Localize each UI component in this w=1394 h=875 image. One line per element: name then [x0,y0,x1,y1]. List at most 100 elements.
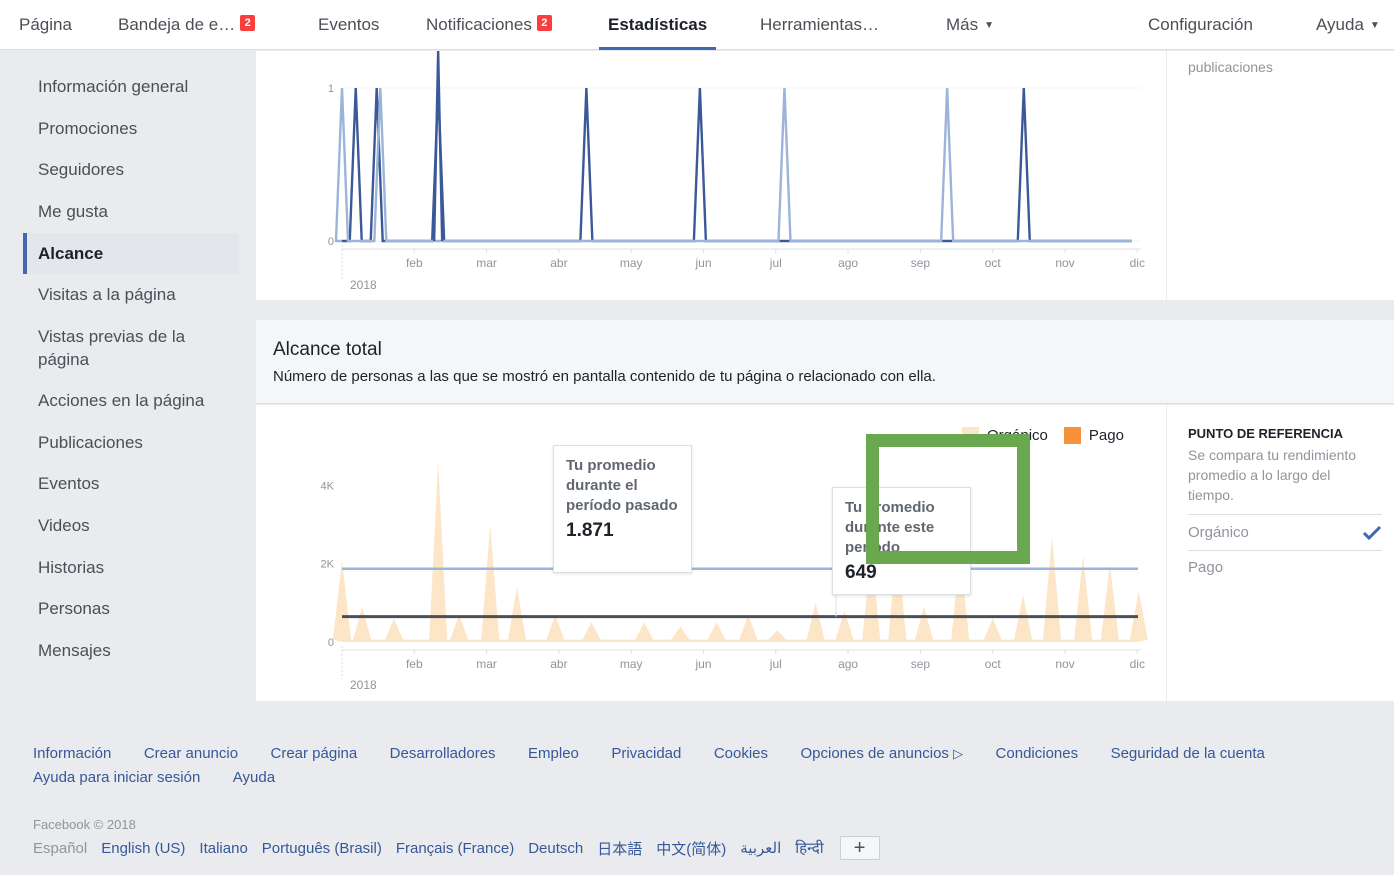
x-year-label: 2018 [350,278,377,292]
x-tick-label: nov [1055,657,1074,671]
benchmark-option-organic[interactable]: Orgánico [1188,514,1382,551]
callout-value: 649 [845,562,877,583]
footer-link[interactable]: Privacidad [611,742,681,766]
x-tick-label: oct [985,657,1002,671]
sidebar-item-page-actions[interactable]: Acciones en la página [23,380,239,422]
more-languages-button[interactable]: + [839,836,880,860]
sidebar-item-people[interactable]: Personas [23,588,239,630]
footer-link[interactable]: Condiciones [996,742,1079,766]
sidebar-item-overview[interactable]: Información general [23,66,239,108]
footer-link[interactable]: Crear página [271,742,358,766]
footer-link[interactable]: Desarrolladores [390,742,496,766]
posts-chart-side-panel: publicaciones [1167,51,1394,300]
sidebar-item-promotions[interactable]: Promociones [23,108,239,149]
benchmark-panel: PUNTO DE REFERENCIA Se compara tu rendim… [1167,405,1394,701]
footer-link[interactable]: Seguridad de la cuenta [1111,742,1265,766]
insights-sidebar: Información general Promociones Seguidor… [23,66,239,672]
sidebar-item-events[interactable]: Eventos [23,463,239,505]
language-link[interactable]: English (US) [101,840,185,857]
nav-tab-label: Notificaciones [426,15,532,34]
x-tick-label: ago [838,256,858,270]
legend-label-paid: Pago [1088,427,1124,444]
x-tick-label: mar [476,256,497,270]
sidebar-item-label: Mensajes [38,641,111,660]
nav-tab-notifications[interactable]: Notificaciones 2 [426,0,552,50]
language-link[interactable]: Deutsch [528,840,583,857]
x-tick-label: dic [1130,256,1145,270]
section-title: Alcance total [273,339,382,360]
sidebar-item-likes[interactable]: Me gusta [23,191,239,233]
notification-badge: 2 [240,15,256,31]
y-tick-label: 0 [328,637,334,649]
footer-link[interactable]: Cookies [714,742,768,766]
nav-tab-tools[interactable]: Herramientas… [760,0,879,50]
callout-value: 1.871 [566,520,614,541]
language-link[interactable]: 日本語 [597,838,642,859]
footer-link-ad-choices[interactable]: Opciones de anuncios ▷ [800,742,963,766]
sidebar-item-page-previews[interactable]: Vistas previas de la página [23,316,239,380]
total-reach-header: Alcance total Número de personas a las q… [256,320,1394,404]
sidebar-item-page-views[interactable]: Visitas a la página [23,274,239,316]
sidebar-item-label: Visitas a la página [38,285,176,304]
nav-tab-page[interactable]: Página [19,0,72,50]
nav-tab-label: Estadísticas [608,15,708,34]
sidebar-item-posts[interactable]: Publicaciones [23,422,239,463]
benchmark-option-label: Orgánico [1188,524,1249,541]
legend-swatch-paid [1063,427,1081,444]
sidebar-item-reach[interactable]: Alcance [23,233,239,274]
benchmark-option-paid[interactable]: Pago [1188,551,1382,584]
nav-help-menu[interactable]: Ayuda ▼ [1316,0,1380,50]
language-link[interactable]: العربية [740,839,781,857]
posts-line-chart: 0 1 feb mar abr may jun jul ago sep oct nov dic 2018 [328,50,1145,292]
benchmark-description: Se compara tu rendimiento promedio a lo … [1188,447,1357,503]
y-tick-label: 0 [328,236,334,248]
benchmark-option-label: Pago [1188,559,1224,576]
footer-link[interactable]: Ayuda para iniciar sesión [33,766,200,790]
nav-tab-label: Herramientas… [760,15,880,34]
x-tick-label: dic [1130,657,1145,671]
sidebar-item-followers[interactable]: Seguidores [23,149,239,191]
callout-title: Tu promedio durante el período pasado [566,457,678,514]
language-link[interactable]: हिन्दी [795,838,823,858]
nav-tab-events[interactable]: Eventos [318,0,379,50]
annotation-highlight-box [866,434,1030,564]
sidebar-item-label: Me gusta [38,202,108,221]
x-tick-label: jul [769,256,782,270]
benchmark-heading: PUNTO DE REFERENCIA [1188,426,1344,441]
x-tick-label: jul [769,657,782,671]
sidebar-item-stories[interactable]: Historias [23,547,239,588]
x-tick-label: mar [476,657,497,671]
footer-link[interactable]: Información [33,742,111,766]
sidebar-item-label: Historias [38,557,105,577]
y-tick-label: 2K [321,559,335,571]
language-link[interactable]: 中文(简体) [656,838,726,859]
language-link[interactable]: Français (France) [396,840,514,857]
sidebar-item-label: Eventos [38,474,100,493]
page-footer: Información Crear anuncio Crear página D… [33,742,1373,860]
y-tick-label: 1 [328,83,334,95]
x-tick-label: feb [406,657,423,671]
adchoices-icon: ▷ [953,746,964,761]
callout-past-average: Tu promedio durante el período pasado 1.… [553,445,692,573]
sidebar-item-label: Promociones [38,118,138,138]
footer-link[interactable]: Empleo [528,742,579,766]
sidebar-item-label: Videos [38,516,90,535]
language-link[interactable]: Italiano [199,840,247,857]
total-reach-chart-card: 0 2K 4K feb mar abr may jun jul ago sep oct nov dic 20… [256,405,1166,701]
footer-link[interactable]: Ayuda [233,766,275,790]
series-line [342,87,1132,243]
nav-more-menu[interactable]: Más ▼ [946,0,994,50]
caret-down-icon: ▼ [1369,19,1380,31]
sidebar-item-label: Información general [38,77,189,96]
language-link[interactable]: Português (Brasil) [262,840,382,857]
nav-tab-label: Página [19,15,72,34]
nav-settings[interactable]: Configuración [1148,0,1253,50]
top-navigation: Página Bandeja de e… 2 Eventos Notificaci… [0,0,1394,50]
nav-tab-inbox[interactable]: Bandeja de e… 2 [118,0,256,50]
nav-tab-insights[interactable]: Estadísticas [598,0,717,50]
x-tick-label: oct [985,256,1002,270]
caret-down-icon: ▼ [984,19,995,31]
sidebar-item-videos[interactable]: Videos [23,505,239,547]
footer-link[interactable]: Crear anuncio [144,742,238,766]
sidebar-item-messages[interactable]: Mensajes [23,630,239,672]
